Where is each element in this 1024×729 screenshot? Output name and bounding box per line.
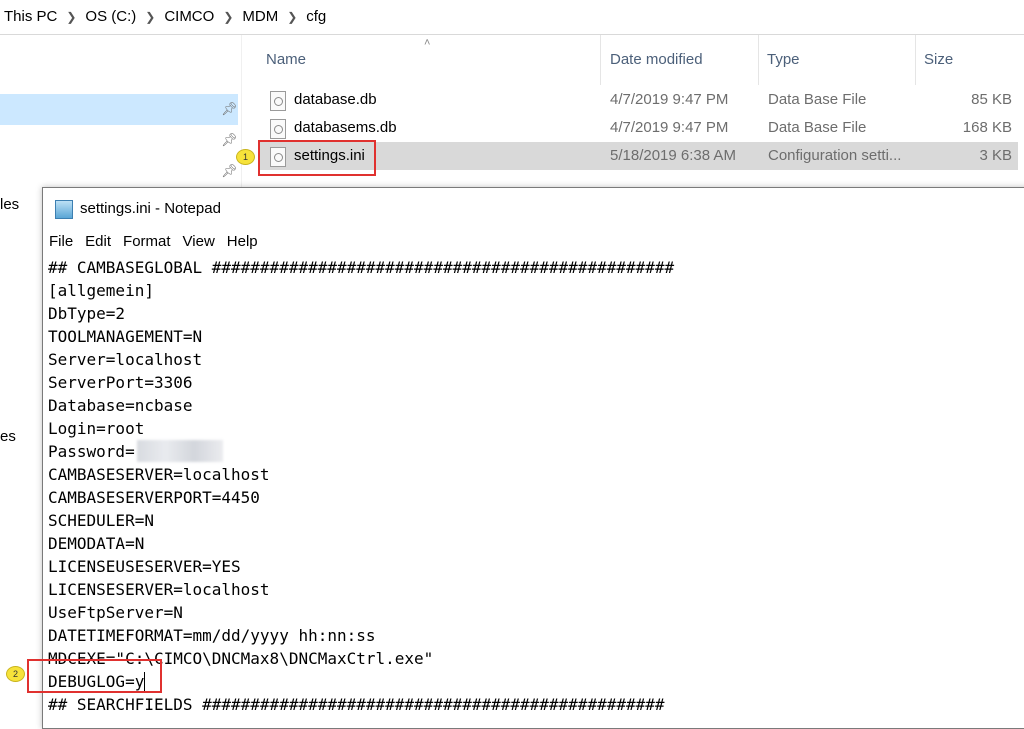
nav-item-label[interactable]: les — [0, 196, 19, 213]
notepad-window[interactable]: settings.ini - Notepad File Edit Format Vie… — [42, 187, 1024, 729]
breadcrumb-this-pc[interactable]: This PC — [0, 0, 63, 34]
text-line: LICENSESERVER=localhost — [48, 580, 270, 599]
menu-view[interactable]: View — [177, 230, 221, 254]
file-size: 3 KB — [979, 147, 1012, 164]
breadcrumb-os-c[interactable]: OS (C:) — [79, 0, 142, 34]
file-row[interactable]: database.db 4/7/2019 9:47 PM Data Base F… — [260, 86, 1018, 114]
text-line: MDCEXE="C:\CIMCO\DNCMax8\DNCMaxCtrl.exe" — [48, 649, 434, 668]
nav-item-selected[interactable] — [0, 94, 238, 125]
breadcrumb-mdm[interactable]: MDM — [236, 0, 284, 34]
nav-item-label[interactable]: es — [0, 428, 16, 445]
text-line: CAMBASESERVERPORT=4450 — [48, 488, 260, 507]
file-date: 5/18/2019 6:38 AM — [610, 147, 736, 164]
notepad-title: settings.ini - Notepad — [80, 200, 221, 217]
column-header-name[interactable]: Name — [258, 35, 601, 85]
password-line: Password= — [48, 440, 1008, 463]
step-badge-2: 2 — [6, 666, 25, 682]
text-line: CAMBASESERVER=localhost — [48, 465, 270, 484]
redacted-password — [136, 440, 223, 462]
notepad-menu-bar: File Edit Format View Help — [43, 230, 1024, 254]
text-line: Database=ncbase — [48, 396, 193, 415]
text-line: DbType=2 — [48, 304, 126, 323]
pin-icon[interactable]: 📌︎ — [221, 132, 238, 148]
chevron-right-icon[interactable]: ❯ — [142, 0, 158, 34]
notepad-text-area[interactable]: ## CAMBASEGLOBAL #######################… — [48, 256, 1008, 716]
pin-icon[interactable]: 📌︎ — [221, 163, 238, 179]
menu-help[interactable]: Help — [221, 230, 264, 254]
text-line: Server=localhost — [48, 350, 203, 369]
column-header-type[interactable]: Type — [759, 35, 916, 85]
text-line: ServerPort=3306 — [48, 373, 193, 392]
breadcrumb-cimco[interactable]: CIMCO — [158, 0, 220, 34]
text-line: SCHEDULER=N — [48, 511, 154, 530]
file-date: 4/7/2019 9:47 PM — [610, 91, 729, 108]
text-line: DATETIMEFORMAT=mm/dd/yyyy hh:nn:ss — [48, 626, 376, 645]
chevron-right-icon[interactable]: ❯ — [220, 0, 236, 34]
text-line: TOOLMANAGEMENT=N — [48, 327, 203, 346]
file-date: 4/7/2019 9:47 PM — [610, 119, 729, 136]
text-line: UseFtpServer=N — [48, 603, 183, 622]
chevron-right-icon[interactable]: ❯ — [63, 0, 79, 34]
highlight-box-debuglog — [27, 659, 162, 693]
file-type: Data Base File — [768, 119, 867, 136]
text-line: Login=root — [48, 419, 145, 438]
db-file-icon — [270, 91, 286, 111]
text-line: DEMODATA=N — [48, 534, 145, 553]
debuglog-line: DEBUGLOG=y — [48, 670, 1008, 693]
menu-edit[interactable]: Edit — [79, 230, 117, 254]
text-line: [allgemein] — [48, 281, 154, 300]
file-size: 85 KB — [971, 91, 1012, 108]
password-key: Password= — [48, 442, 135, 461]
file-type: Configuration setti... — [768, 147, 902, 164]
text-line: ## CAMBASEGLOBAL #######################… — [48, 258, 675, 277]
file-name: database.db — [294, 91, 377, 108]
notepad-title-bar[interactable]: settings.ini - Notepad — [43, 188, 1024, 230]
menu-format[interactable]: Format — [117, 230, 177, 254]
db-file-icon — [270, 119, 286, 139]
file-row[interactable]: databasems.db 4/7/2019 9:47 PM Data Base… — [260, 114, 1018, 142]
file-type: Data Base File — [768, 91, 867, 108]
breadcrumb-cfg[interactable]: cfg — [300, 0, 332, 34]
notepad-icon — [55, 200, 73, 219]
file-size: 168 KB — [962, 119, 1012, 136]
pin-icon[interactable]: 📌︎ — [221, 101, 238, 117]
column-header-size[interactable]: Size — [916, 35, 1024, 85]
chevron-right-icon[interactable]: ❯ — [284, 0, 300, 34]
step-badge-1: 1 — [236, 149, 255, 165]
address-bar[interactable]: This PC ❯ OS (C:) ❯ CIMCO ❯ MDM ❯ cfg — [0, 0, 1024, 35]
column-header-date[interactable]: Date modified — [602, 35, 759, 85]
text-line: LICENSEUSESERVER=YES — [48, 557, 241, 576]
column-headers: ˄ Name Date modified Type Size — [242, 35, 1024, 85]
menu-file[interactable]: File — [43, 230, 79, 254]
file-name: databasems.db — [294, 119, 397, 136]
highlight-box-settings-ini — [258, 140, 376, 176]
